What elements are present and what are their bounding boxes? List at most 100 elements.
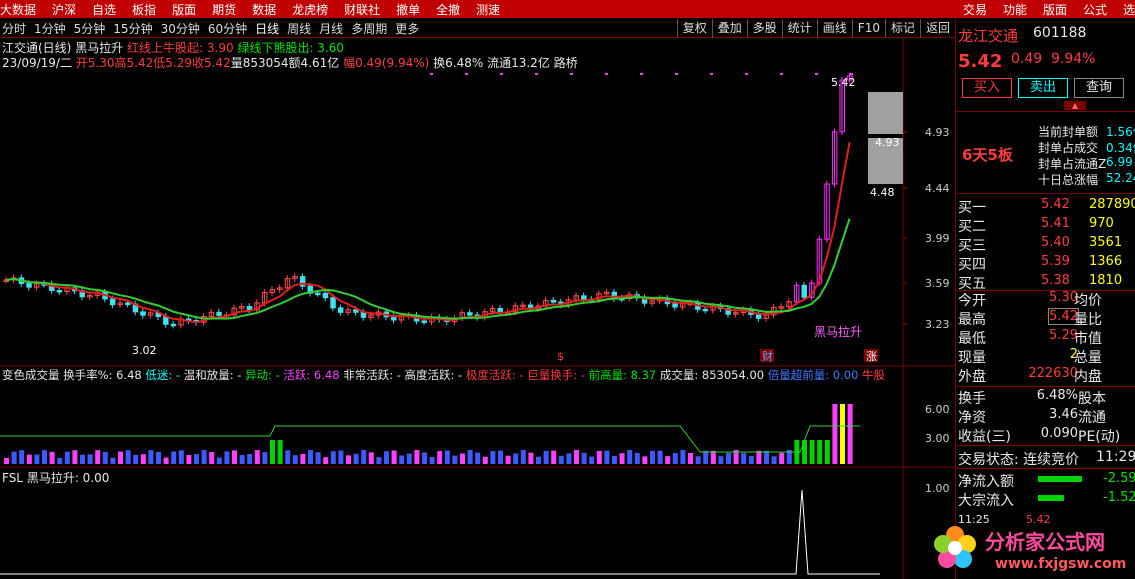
tool-button-7[interactable]: 返回 — [919, 19, 955, 38]
menu-item-7[interactable]: 龙虎榜 — [292, 1, 328, 18]
candle-body — [109, 298, 116, 306]
flow-bar — [1038, 495, 1064, 501]
tool-button-6[interactable]: 标记 — [884, 19, 920, 38]
tool-button-1[interactable]: 叠加 — [711, 19, 747, 38]
volume-bar — [680, 450, 686, 464]
period-tab-8[interactable]: 月线 — [319, 20, 343, 37]
period-tab-4[interactable]: 30分钟 — [161, 20, 200, 37]
volume-bar — [140, 454, 146, 464]
buy-button[interactable]: 买入 — [962, 78, 1012, 98]
bid-price: 5.42 — [1041, 197, 1070, 212]
period-tab-5[interactable]: 60分钟 — [208, 20, 247, 37]
menu-item-6[interactable]: 数据 — [252, 1, 276, 18]
menu-layout[interactable]: 版面 — [1043, 1, 1067, 18]
volume-bar — [391, 450, 397, 464]
volume-bar — [330, 451, 336, 464]
query-button[interactable]: 查询 — [1074, 78, 1124, 98]
volume-bar — [57, 457, 63, 464]
volume-bar — [695, 456, 701, 464]
tool-button-3[interactable]: 统计 — [781, 19, 817, 38]
collapse-icon[interactable]: ▲ — [1064, 101, 1086, 110]
tool-button-0[interactable]: 复权 — [676, 19, 712, 38]
flow-value: -1.52 — [1103, 490, 1135, 505]
ytick-label: 3.99 — [925, 232, 950, 245]
volume-bar — [148, 450, 154, 464]
volume-bar — [756, 450, 762, 464]
event-mark-label: 财 — [762, 349, 773, 363]
seal-label: 封单占流通Z — [1038, 157, 1107, 171]
volume-bar — [581, 452, 587, 464]
volume-bar — [634, 452, 640, 464]
volume-bar — [520, 450, 526, 464]
ytick-label: 3.59 — [925, 277, 950, 290]
volume-bar — [771, 456, 777, 464]
period-tab-3[interactable]: 15分钟 — [113, 20, 152, 37]
menu-func[interactable]: 功能 — [1003, 1, 1027, 18]
price-row: 5.42 0.49 9.94% — [958, 51, 1096, 72]
volume-bar — [558, 455, 564, 464]
period-tab-1[interactable]: 1分钟 — [34, 20, 66, 37]
period-tab-6[interactable]: 日线 — [255, 20, 279, 37]
menu-item-11[interactable]: 测速 — [476, 1, 500, 18]
candle-body — [170, 323, 177, 327]
menu-trade[interactable]: 交易 — [963, 1, 987, 18]
vol-ytick-label: 6.00 — [925, 403, 950, 416]
signal-dot — [780, 73, 783, 75]
kline-chart[interactable]: 4.93 4.44 3.99 3.59 3.23 6.00 3.00 1.00 4.93 4.48… — [0, 38, 955, 579]
volume-bar — [414, 450, 420, 464]
fin-value: 6.48% — [1036, 388, 1078, 403]
volume-bar — [482, 456, 488, 464]
period-tab-10[interactable]: 更多 — [395, 20, 419, 37]
volume-bar — [650, 450, 655, 464]
volume-bars — [4, 404, 853, 464]
stat-row: 外盘 222630 内盘 — [956, 366, 1135, 385]
sell-button[interactable]: 卖出 — [1018, 78, 1068, 98]
menu-item-8[interactable]: 财联社 — [344, 1, 380, 18]
volume-bar — [741, 453, 747, 464]
menu-select[interactable]: 选 — [1123, 1, 1135, 18]
volume-bar — [315, 452, 321, 464]
stock-title: 龙江交通 601188 — [958, 25, 1087, 45]
fin-value: 0.090 — [1040, 426, 1078, 441]
volume-bar — [338, 450, 344, 464]
tool-button-4[interactable]: 画线 — [816, 19, 852, 38]
volume-bar — [536, 456, 541, 464]
tool-button-2[interactable]: 多股 — [746, 19, 782, 38]
period-tab-2[interactable]: 5分钟 — [74, 20, 106, 37]
signal-label: 黑马拉升 — [814, 324, 862, 339]
candle-body — [755, 313, 762, 319]
volume-bar — [102, 451, 108, 464]
menu-item-2[interactable]: 自选 — [92, 1, 116, 18]
menu-item-10[interactable]: 全撤 — [436, 1, 460, 18]
period-tab-7[interactable]: 周线 — [287, 20, 311, 37]
candle-body — [56, 289, 63, 293]
stat-label: 最高 — [958, 312, 986, 328]
menu-item-9[interactable]: 撤单 — [396, 1, 420, 18]
signal-dot — [535, 73, 538, 75]
bid-row: 买四 5.39 1366 — [956, 254, 1135, 273]
menu-formula[interactable]: 公式 — [1083, 1, 1107, 18]
seal-label: 十日总涨幅 — [1038, 173, 1099, 187]
fin-row: 换手 6.48% 股本 — [956, 388, 1135, 407]
menu-item-3[interactable]: 板指 — [132, 1, 156, 18]
box-label-2: 4.48 — [870, 186, 895, 199]
volume-bar — [178, 450, 184, 464]
bid-label: 买四 — [958, 257, 986, 273]
period-tab-9[interactable]: 多周期 — [351, 20, 387, 37]
period-tab-0[interactable]: 分时 — [2, 20, 26, 37]
menu-item-4[interactable]: 版面 — [172, 1, 196, 18]
signal-dot — [815, 73, 818, 75]
stat-label: 最低 — [958, 331, 986, 347]
flow-value: -2.59 — [1103, 471, 1135, 486]
menu-item-1[interactable]: 沪深 — [52, 1, 76, 18]
volume-bar — [239, 455, 245, 464]
candle-body — [467, 312, 473, 316]
volume-bar — [543, 450, 549, 464]
menu-item-5[interactable]: 期货 — [212, 1, 236, 18]
volume-bar — [422, 452, 427, 464]
menu-item-0[interactable]: 大数据 — [0, 1, 36, 18]
volume-bar — [513, 453, 519, 464]
tool-button-5[interactable]: F10 — [851, 19, 885, 38]
volume-bar — [201, 450, 207, 464]
quote-panel: 龙江交通 601188 5.42 0.49 9.94% 买入 卖出 查询 ▲ 6… — [955, 19, 1135, 579]
